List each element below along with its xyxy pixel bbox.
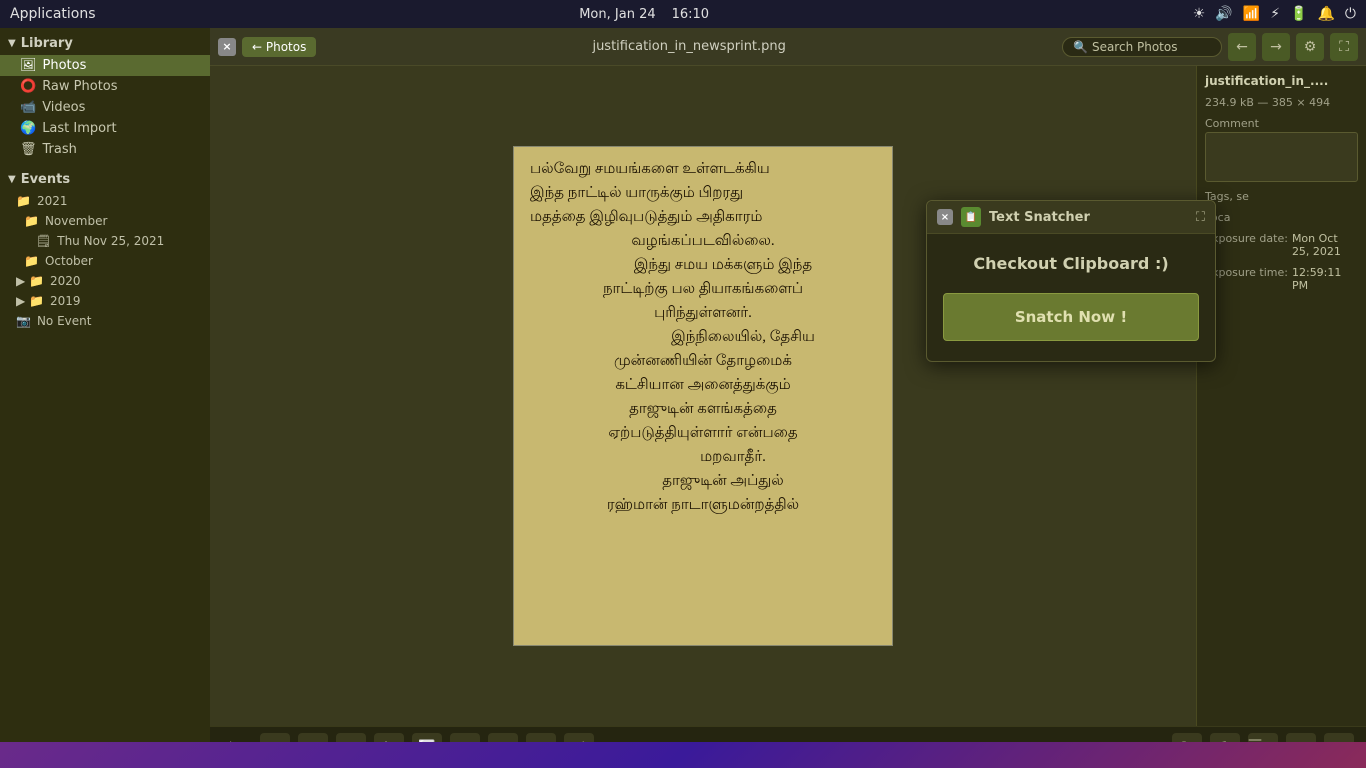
ts-title: Text Snatcher [989,210,1090,225]
desktop-background [0,742,1366,768]
sidebar-photos-label: Photos [43,58,87,73]
folder-november-icon: 📁 [24,214,39,228]
info-filename: justification_in_.... [1205,74,1358,88]
ts-expand-button[interactable]: ⛶ [1196,210,1205,225]
topbar-center: Mon, Jan 24 16:10 [579,7,709,22]
sidebar: ▼ Library 🖼 Photos ⭕ Raw Photos 📹 Videos… [0,28,210,768]
sidebar-last-import-label: Last Import [42,121,116,136]
battery-icon[interactable]: 🔋 [1290,6,1307,22]
sidebar-item-last-import[interactable]: 🌍 Last Import [0,118,210,139]
forward-button[interactable]: → [1262,33,1290,61]
folder-october-icon: 📁 [24,254,39,268]
sidebar-year-2021[interactable]: 📁 2021 [0,191,210,211]
app-menu[interactable]: Applications [10,6,96,22]
ts-app-icon: 📋 [961,207,981,227]
search-box[interactable]: 🔍 Search Photos [1062,37,1222,57]
library-label: Library [21,36,73,51]
exposure-time-val: 12:59:11 PM [1292,266,1358,292]
events-section[interactable]: ▼ Events [0,168,210,191]
sidebar-2020-label: 2020 [50,274,81,288]
raw-photos-icon: ⭕ [20,79,36,94]
image-frame: பல்வேறு சமயங்களை உள்ளடக்கிய இந்த நாட்டில… [513,146,893,646]
info-size: 234.9 kB — 385 × 494 [1205,96,1358,109]
sidebar-trash-label: Trash [43,142,77,157]
photos-icon: 🖼 [20,58,37,73]
photos-back-button[interactable]: ← Photos [242,37,316,57]
events-label: Events [21,172,70,187]
image-info-area: பல்வேறு சமயங்களை உள்ளடக்கிய இந்த நாட்டில… [210,66,1366,726]
library-section[interactable]: ▼ Library [0,32,210,55]
sidebar-november-label: November [45,214,107,228]
photo-toolbar: × ← Photos justification_in_newsprint.pn… [210,28,1366,66]
topbar-date: Mon, Jan 24 [579,7,655,22]
sidebar-october-label: October [45,254,93,268]
search-placeholder: Search Photos [1092,40,1178,54]
exposure-date-val: Mon Oct 25, 2021 [1292,232,1358,258]
sidebar-october[interactable]: 📁 October [0,251,210,271]
sidebar-2019-label: 2019 [50,294,81,308]
sidebar-year-2020[interactable]: ▶ 📁 2020 [0,271,210,291]
sidebar-thu-nov-label: Thu Nov 25, 2021 [57,234,164,248]
sidebar-thu-nov-25[interactable]: 🗒 Thu Nov 25, 2021 [0,231,210,251]
bluetooth-icon[interactable]: ⚡ [1270,6,1280,22]
sidebar-item-videos[interactable]: 📹 Videos [0,97,210,118]
info-exposure-time-row: Exposure time: 12:59:11 PM [1205,266,1358,292]
info-comment-input[interactable] [1205,132,1358,182]
brightness-icon[interactable]: ☀ [1193,6,1206,22]
text-snatcher-popup: × 📋 Text Snatcher ⛶ Checkout Clipboard :… [926,200,1216,362]
last-import-icon: 🌍 [20,121,36,136]
toolbar-filename: justification_in_newsprint.png [322,39,1056,54]
folder-2021-icon: 📁 [16,194,31,208]
sidebar-year-2019[interactable]: ▶ 📁 2019 [0,291,210,311]
folder-2020-icon: ▶ 📁 [16,274,44,288]
image-tamil-text: பல்வேறு சமயங்களை உள்ளடக்கிய இந்த நாட்டில… [514,147,892,645]
ts-snatch-button[interactable]: Snatch Now ! [943,293,1199,341]
ts-titlebar: × 📋 Text Snatcher ⛶ [927,201,1215,234]
sidebar-2021-label: 2021 [37,194,68,208]
notifications-icon[interactable]: 🔔 [1317,6,1334,22]
info-comment-section: Comment [1205,117,1358,182]
close-button[interactable]: × [218,38,236,56]
sidebar-item-trash[interactable]: 🗑 Trash [0,139,210,160]
info-location-label: Loca [1205,211,1358,224]
topbar-right: ☀ 🔊 📶 ⚡ 🔋 🔔 ⏻ [1193,6,1356,22]
ts-message: Checkout Clipboard :) [973,254,1168,273]
topbar-time: 16:10 [672,7,709,22]
content-area: × ← Photos justification_in_newsprint.pn… [210,28,1366,768]
sidebar-no-event-label: No Event [37,314,92,328]
events-arrow-icon: ▼ [8,174,16,185]
settings-button[interactable]: ⚙ [1296,33,1324,61]
main-area: ▼ Library 🖼 Photos ⭕ Raw Photos 📹 Videos… [0,28,1366,768]
info-panel: justification_in_.... 234.9 kB — 385 × 4… [1196,66,1366,726]
sidebar-no-event[interactable]: 📷 No Event [0,311,210,331]
wifi-icon[interactable]: 📶 [1243,6,1260,22]
info-tags-label: Tags, se [1205,190,1358,203]
exposure-date-key: Exposure date: [1205,232,1288,245]
no-event-icon: 📷 [16,314,31,328]
file-thu-icon: 🗒 [36,234,51,248]
topbar-left: Applications [10,6,96,22]
power-icon[interactable]: ⏻ [1345,6,1356,22]
sidebar-item-raw-photos[interactable]: ⭕ Raw Photos [0,76,210,97]
ts-close-button[interactable]: × [937,209,953,225]
ts-body: Checkout Clipboard :) Snatch Now ! [927,234,1215,361]
library-arrow-icon: ▼ [8,38,16,49]
info-exposure-date-row: Exposure date: Mon Oct 25, 2021 [1205,232,1358,258]
sidebar-item-photos[interactable]: 🖼 Photos [0,55,210,76]
system-topbar: Applications Mon, Jan 24 16:10 ☀ 🔊 📶 ⚡ 🔋… [0,0,1366,28]
trash-icon: 🗑 [20,142,37,157]
search-icon: 🔍 [1073,40,1088,54]
folder-2019-icon: ▶ 📁 [16,294,44,308]
sidebar-november[interactable]: 📁 November [0,211,210,231]
sidebar-raw-photos-label: Raw Photos [42,79,117,94]
expand-button[interactable]: ⛶ [1330,33,1358,61]
back-button[interactable]: ← [1228,33,1256,61]
volume-icon[interactable]: 🔊 [1215,6,1232,22]
info-comment-label: Comment [1205,117,1358,130]
sidebar-videos-label: Videos [42,100,85,115]
exposure-time-key: Exposure time: [1205,266,1288,279]
image-viewer: பல்வேறு சமயங்களை உள்ளடக்கிய இந்த நாட்டில… [210,66,1196,726]
videos-icon: 📹 [20,100,36,115]
